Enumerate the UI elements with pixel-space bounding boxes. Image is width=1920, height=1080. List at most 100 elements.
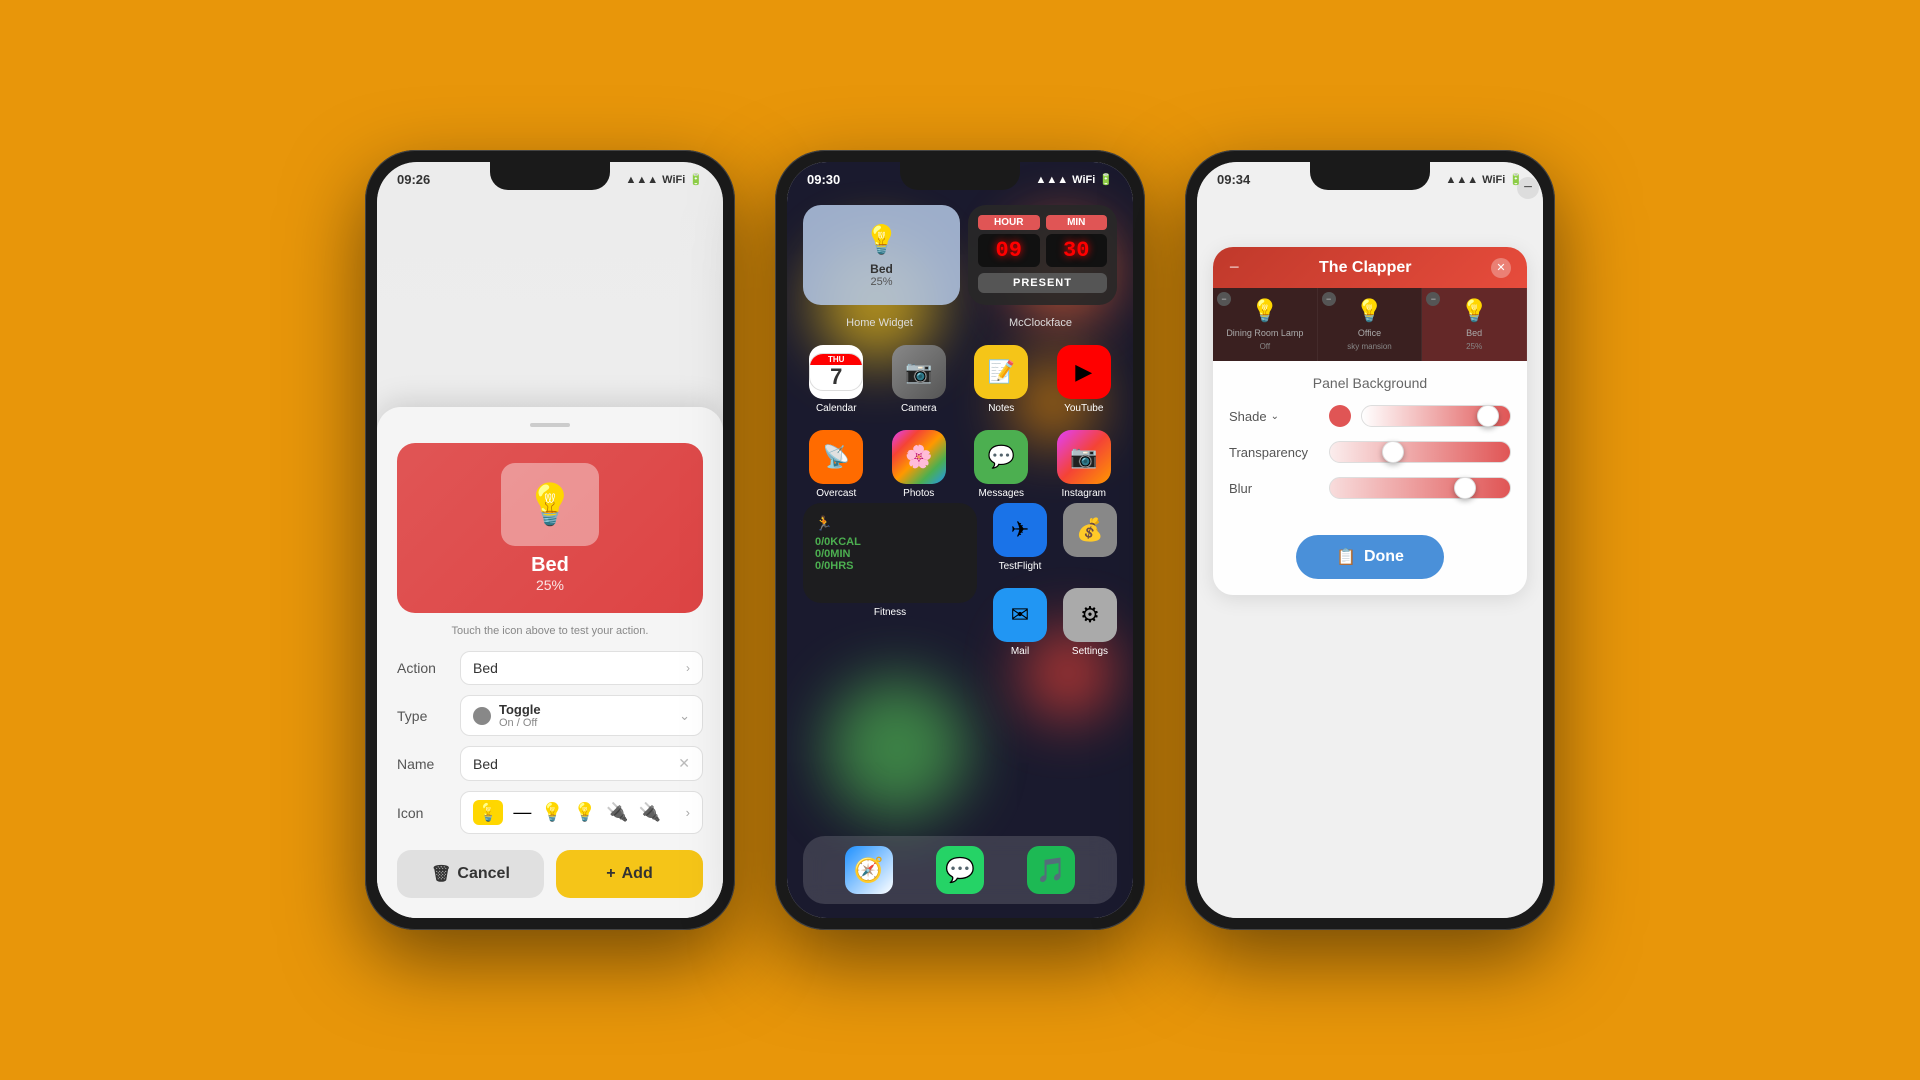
icon-label: Icon — [397, 805, 452, 821]
shade-color-dot[interactable] — [1329, 405, 1351, 427]
clapper-light-3-icon: 💡 — [1460, 298, 1487, 324]
misc-icon: 💰 — [1063, 503, 1117, 557]
min-label: MIN — [1046, 215, 1108, 230]
hour-label: HOUR — [978, 215, 1040, 230]
dock-whatsapp[interactable]: 💬 — [936, 846, 984, 894]
shade-thumb[interactable] — [1477, 405, 1499, 427]
done-icon: 📋 — [1336, 547, 1356, 567]
preview-percent: 25% — [536, 577, 564, 593]
app-grid-row2: 📡 Overcast 🌸 Photos 💬 Messages 📷 Instagr… — [787, 422, 1133, 507]
clapper-title-bar: − The Clapper ✕ — [1213, 247, 1527, 288]
transparency-thumb[interactable] — [1382, 441, 1404, 463]
app-settings[interactable]: ⚙ Settings — [1063, 588, 1117, 657]
light-bulb-icon: 💡 — [525, 481, 575, 528]
name-field[interactable]: Bed ✕ — [460, 746, 703, 781]
fitness-kcal: 0/0KCAL — [815, 536, 965, 548]
clapper-light-2-minus-icon[interactable]: − — [1322, 292, 1336, 306]
clapper-light-2[interactable]: − 💡 Office sky mansion — [1318, 288, 1423, 361]
app-youtube[interactable]: ▶ YouTube — [1051, 345, 1118, 414]
shade-slider[interactable] — [1361, 405, 1511, 427]
cancel-button[interactable]: 🗑 Cancel — [397, 850, 544, 898]
clock-digits: 09 30 — [978, 234, 1107, 267]
app-testflight[interactable]: ✈ TestFlight — [993, 503, 1047, 572]
add-button[interactable]: + Add — [556, 850, 703, 898]
name-clear-icon[interactable]: ✕ — [678, 755, 690, 772]
type-field[interactable]: Toggle On / Off ⌄ — [460, 695, 703, 736]
icon-opt-5[interactable]: 🔌 — [606, 802, 628, 823]
icon-opt-1[interactable]: 💡 — [473, 800, 503, 825]
light-widget[interactable]: 💡 Bed 25% — [803, 205, 960, 305]
app-camera[interactable]: 📷 Camera — [886, 345, 953, 414]
icon-opt-3[interactable]: 💡 — [541, 802, 563, 823]
cancel-label: Cancel — [457, 865, 509, 883]
app-misc[interactable]: 💰 — [1063, 503, 1117, 572]
blur-thumb[interactable] — [1454, 477, 1476, 499]
dock-spotify[interactable]: 🎵 — [1027, 846, 1075, 894]
action-label: Action — [397, 660, 452, 676]
app-overcast[interactable]: 📡 Overcast — [803, 430, 870, 499]
fitness-label: Fitness — [874, 607, 906, 618]
app-photos[interactable]: 🌸 Photos — [886, 430, 953, 499]
icon-more-icon[interactable]: › — [686, 805, 690, 820]
notes-label: Notes — [988, 403, 1014, 414]
toggle-title: Toggle — [499, 702, 541, 717]
overcast-icon: 📡 — [809, 430, 863, 484]
clapper-light-3-minus-icon[interactable]: − — [1426, 292, 1440, 306]
widget-labels: Home Widget McClockface — [787, 313, 1133, 337]
notch-3 — [1310, 162, 1430, 190]
fitness-hrs: 0/0HRS — [815, 560, 965, 572]
clapper-light-1-minus-icon[interactable]: − — [1217, 292, 1231, 306]
clock-labels: HOUR MIN — [978, 215, 1107, 230]
icon-picker[interactable]: 💡 — 💡 💡 🔌 🔌 › — [460, 791, 703, 834]
transparency-slider[interactable] — [1329, 441, 1511, 463]
widget-light-icon: 💡 — [864, 223, 899, 256]
messages-icon: 💬 — [974, 430, 1028, 484]
type-label: Type — [397, 708, 452, 724]
mcclockface-label: McClockface — [964, 317, 1117, 329]
icon-opt-4[interactable]: 💡 — [574, 802, 596, 823]
app-calendar[interactable]: THU 7 Calendar — [803, 345, 870, 414]
app-notes[interactable]: 📝 Notes — [968, 345, 1035, 414]
toggle-sub: On / Off — [499, 717, 541, 729]
type-row: Type Toggle On / Off ⌄ — [397, 695, 703, 736]
phone-1: 09:26 ▲▲▲ WiFi 🔋 💡 Bed 25% — [365, 150, 735, 930]
home-widgets: 💡 Bed 25% HOUR MIN 09 30 PRESENT — [787, 197, 1133, 313]
clapper-close-icon[interactable]: ✕ — [1491, 258, 1511, 278]
clapper-light-1[interactable]: − 💡 Dining Room Lamp Off — [1213, 288, 1318, 361]
name-value: Bed — [473, 756, 498, 772]
action-field[interactable]: Bed › — [460, 651, 703, 685]
clapper-minus-left-icon[interactable]: − — [1229, 257, 1240, 278]
icon-row: Icon 💡 — 💡 💡 🔌 🔌 › — [397, 791, 703, 834]
notch-1 — [490, 162, 610, 190]
clock-widget[interactable]: HOUR MIN 09 30 PRESENT — [968, 205, 1117, 305]
name-label: Name — [397, 756, 452, 772]
blur-slider[interactable] — [1329, 477, 1511, 499]
toggle-circle-icon — [473, 707, 491, 725]
dock-safari[interactable]: 🧭 — [845, 846, 893, 894]
done-container: 📋 Done — [1213, 527, 1527, 595]
icon-opt-6[interactable]: 🔌 — [639, 802, 661, 823]
youtube-label: YouTube — [1064, 403, 1103, 414]
toggle-inner: Toggle On / Off — [473, 702, 541, 729]
bokeh-3 — [827, 678, 967, 818]
add-label: Add — [622, 865, 653, 883]
app-instagram[interactable]: 📷 Instagram — [1051, 430, 1118, 499]
shade-row: Shade ⌄ — [1229, 405, 1511, 427]
app-grid-row1: THU 7 Calendar 📷 Camera 📝 Notes ▶ Yo — [787, 337, 1133, 422]
clapper-light-3[interactable]: − 💡 Bed 25% — [1422, 288, 1527, 361]
icon-opt-2[interactable]: — — [513, 802, 531, 823]
action-sheet: 💡 Bed 25% Touch the icon above to test y… — [377, 407, 723, 918]
clapper-light-3-status: 25% — [1466, 342, 1482, 351]
app-mail[interactable]: ✉ Mail — [993, 588, 1047, 657]
wifi-icon-2: WiFi — [1072, 174, 1095, 186]
clapper-light-3-name: Bed — [1466, 328, 1482, 338]
youtube-icon: ▶ — [1057, 345, 1111, 399]
light-preview[interactable]: 💡 Bed 25% — [397, 443, 703, 613]
app-messages[interactable]: 💬 Messages — [968, 430, 1035, 499]
name-row: Name Bed ✕ — [397, 746, 703, 781]
done-button[interactable]: 📋 Done — [1296, 535, 1444, 579]
app-fitness[interactable]: 🏃 0/0KCAL 0/0MIN 0/0HRS Fitness — [803, 503, 977, 657]
settings-icon: ⚙ — [1063, 588, 1117, 642]
shade-chevron-icon: ⌄ — [1271, 411, 1279, 422]
sheet-buttons: 🗑 Cancel + Add — [397, 850, 703, 898]
